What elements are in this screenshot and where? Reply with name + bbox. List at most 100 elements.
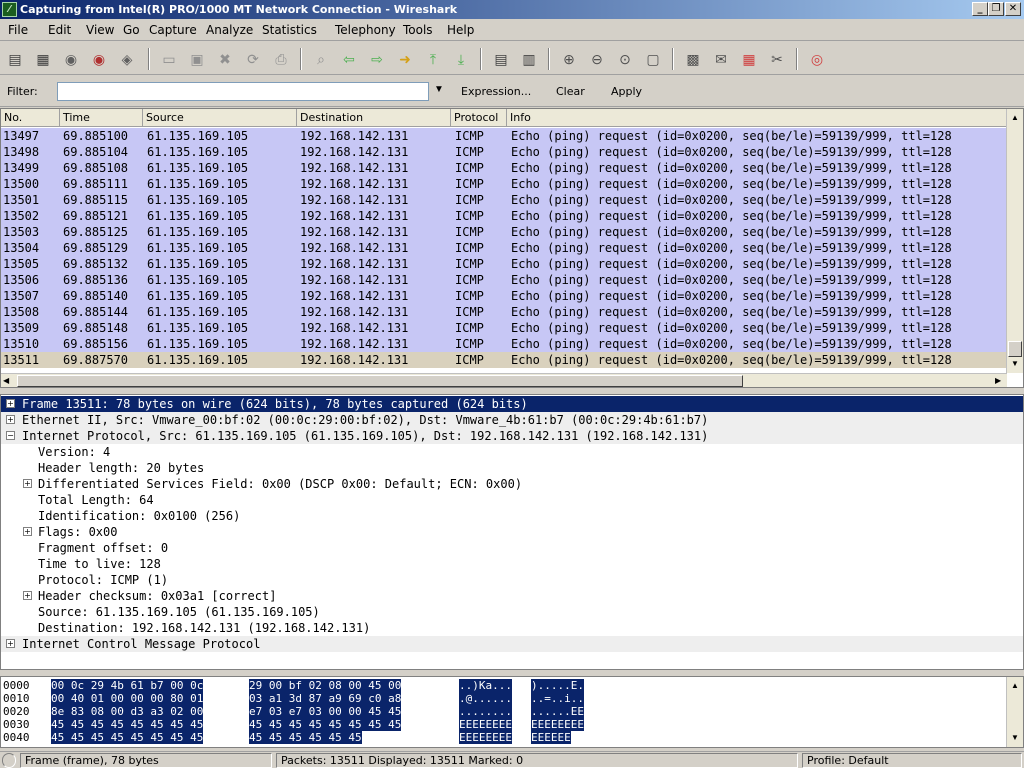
packet-row[interactable]: 13498 69.885104 61.135.169.105 192.168.142.… xyxy=(1,144,1007,160)
ascii-bytes[interactable]: ).....E. xyxy=(531,679,584,692)
packet-row[interactable]: 13500 69.885111 61.135.169.105 192.168.142.… xyxy=(1,176,1007,192)
column-header-source[interactable]: Source xyxy=(143,109,297,127)
hex-bytes[interactable]: 8e 83 08 00 d3 a3 02 00 xyxy=(51,705,204,718)
scroll-left-icon[interactable]: ◀ xyxy=(3,374,9,387)
apply-button[interactable]: Apply xyxy=(611,85,642,98)
packet-row[interactable]: 13499 69.885108 61.135.169.105 192.168.142.… xyxy=(1,160,1007,176)
collapse-icon[interactable]: − xyxy=(6,431,15,440)
close-file-icon[interactable]: ✖ xyxy=(216,50,234,68)
menu-telephony[interactable]: Telephony xyxy=(335,23,396,37)
expand-icon[interactable]: + xyxy=(23,479,32,488)
packet-bytes-pane[interactable]: ▲ ▼ 0000 00 0c 29 4b 61 b7 00 0c 29 00 bf … xyxy=(0,676,1024,748)
menu-tools[interactable]: Tools xyxy=(403,23,433,37)
maximize-button[interactable]: ❐ xyxy=(988,2,1004,16)
bytes-scroll-up-icon[interactable]: ▲ xyxy=(1008,679,1022,693)
hex-bytes[interactable]: 45 45 45 45 45 45 45 45 xyxy=(51,718,204,731)
menu-help[interactable]: Help xyxy=(447,23,474,37)
expand-icon[interactable]: + xyxy=(6,639,15,648)
hex-bytes[interactable]: 00 0c 29 4b 61 b7 00 0c xyxy=(51,679,204,692)
packet-row[interactable]: 13505 69.885132 61.135.169.105 192.168.142.… xyxy=(1,256,1007,272)
detail-field-row[interactable]: Header length: 20 bytes xyxy=(1,460,1023,476)
detail-field-row[interactable]: Protocol: ICMP (1) xyxy=(1,572,1023,588)
column-header-time[interactable]: Time xyxy=(60,109,143,127)
scroll-down-icon[interactable]: ▼ xyxy=(1008,357,1022,371)
packet-row[interactable]: 13507 69.885140 61.135.169.105 192.168.142.… xyxy=(1,288,1007,304)
forward-icon[interactable]: ⇨ xyxy=(368,50,386,68)
menu-capture[interactable]: Capture xyxy=(149,23,197,37)
hex-bytes[interactable]: 45 45 45 45 45 45 45 45 xyxy=(51,731,204,744)
ascii-bytes[interactable]: ......EE xyxy=(531,705,584,718)
menu-file[interactable]: File xyxy=(8,23,28,37)
zoom-normal-icon[interactable]: ⊙ xyxy=(616,50,634,68)
detail-section-row[interactable]: + Ethernet II, Src: Vmware_00:bf:02 (00:0… xyxy=(1,412,1023,428)
stop-capture-icon[interactable]: ◉ xyxy=(90,50,108,68)
packet-row[interactable]: 13497 69.885100 61.135.169.105 192.168.142.… xyxy=(1,128,1007,144)
expand-icon[interactable]: + xyxy=(6,399,15,408)
detail-field-row[interactable]: + Header checksum: 0x03a1 [correct] xyxy=(1,588,1023,604)
coloring-rules-icon[interactable]: ▦ xyxy=(740,50,758,68)
ascii-bytes[interactable]: EEEEEEEE xyxy=(531,718,584,731)
detail-field-row[interactable]: + Differentiated Services Field: 0x00 (DS… xyxy=(1,476,1023,492)
packet-row[interactable]: 13503 69.885125 61.135.169.105 192.168.142.… xyxy=(1,224,1007,240)
packet-row-selected[interactable]: 13511 69.887570 61.135.169.105 192.168.142.… xyxy=(1,352,1007,368)
preferences-icon[interactable]: ✂ xyxy=(768,50,786,68)
column-header-protocol[interactable]: Protocol xyxy=(451,109,507,127)
packet-row[interactable]: 13508 69.885144 61.135.169.105 192.168.142.… xyxy=(1,304,1007,320)
print-icon[interactable]: ⎙ xyxy=(272,50,290,68)
display-filters-icon[interactable]: ✉ xyxy=(712,50,730,68)
menu-analyze[interactable]: Analyze xyxy=(206,23,253,37)
last-packet-icon[interactable]: ⤓ xyxy=(452,50,470,68)
goto-icon[interactable]: ➜ xyxy=(396,50,414,68)
start-capture-icon[interactable]: ◉ xyxy=(62,50,80,68)
expand-icon[interactable]: + xyxy=(23,527,32,536)
hex-bytes[interactable]: 45 45 45 45 45 45 45 45 xyxy=(249,718,402,731)
packet-list-horizontal-scrollbar[interactable]: ◀ ▶ xyxy=(1,373,1007,387)
capture-filters-icon[interactable]: ▩ xyxy=(684,50,702,68)
detail-field-row[interactable]: Destination: 192.168.142.131 (192.168.14… xyxy=(1,620,1023,636)
ascii-bytes[interactable]: ........ xyxy=(459,705,512,718)
expression-button[interactable]: Expression... xyxy=(461,85,531,98)
menu-go[interactable]: Go xyxy=(123,23,140,37)
filter-dropdown-icon[interactable]: ▼ xyxy=(434,84,444,95)
interfaces-icon[interactable]: ▤ xyxy=(6,50,24,68)
packet-row[interactable]: 13509 69.885148 61.135.169.105 192.168.142.… xyxy=(1,320,1007,336)
reload-icon[interactable]: ⟳ xyxy=(244,50,262,68)
zoom-out-icon[interactable]: ⊖ xyxy=(588,50,606,68)
autoscroll-icon[interactable]: ▥ xyxy=(520,50,538,68)
clear-button[interactable]: Clear xyxy=(556,85,585,98)
column-header-no[interactable]: No. xyxy=(1,109,60,127)
detail-field-row[interactable]: Version: 4 xyxy=(1,444,1023,460)
bytes-scrollbar[interactable]: ▲ ▼ xyxy=(1006,677,1023,747)
packet-row[interactable]: 13510 69.885156 61.135.169.105 192.168.142.… xyxy=(1,336,1007,352)
hex-bytes[interactable]: 03 a1 3d 87 a9 69 c0 a8 xyxy=(249,692,402,705)
scrollbar-thumb[interactable] xyxy=(1008,341,1022,357)
hex-bytes[interactable]: 45 45 45 45 45 45 xyxy=(249,731,362,744)
detail-field-row[interactable]: + Flags: 0x00 xyxy=(1,524,1023,540)
minimize-button[interactable]: _ xyxy=(972,2,988,16)
packet-row[interactable]: 13506 69.885136 61.135.169.105 192.168.142.… xyxy=(1,272,1007,288)
zoom-in-icon[interactable]: ⊕ xyxy=(560,50,578,68)
colorize-icon[interactable]: ▤ xyxy=(492,50,510,68)
detail-field-row[interactable]: Total Length: 64 xyxy=(1,492,1023,508)
detail-field-row[interactable]: Time to live: 128 xyxy=(1,556,1023,572)
status-profile[interactable]: Profile: Default xyxy=(802,753,1022,768)
detail-field-row[interactable]: Identification: 0x0100 (256) xyxy=(1,508,1023,524)
save-icon[interactable]: ▣ xyxy=(188,50,206,68)
column-header-info[interactable]: Info xyxy=(507,109,1007,127)
ascii-bytes[interactable]: EEEEEEEE xyxy=(459,731,512,744)
options-icon[interactable]: ▦ xyxy=(34,50,52,68)
menu-view[interactable]: View xyxy=(86,23,114,37)
find-icon[interactable]: ⌕ xyxy=(312,50,330,68)
detail-section-row[interactable]: − Internet Protocol, Src: 61.135.169.105 … xyxy=(1,428,1023,444)
packet-row[interactable]: 13502 69.885121 61.135.169.105 192.168.142.… xyxy=(1,208,1007,224)
detail-section-row[interactable]: + Internet Control Message Protocol xyxy=(1,636,1023,652)
close-button[interactable]: ✕ xyxy=(1005,2,1021,16)
hex-bytes[interactable]: e7 03 e7 03 00 00 45 45 xyxy=(249,705,402,718)
menu-edit[interactable]: Edit xyxy=(48,23,71,37)
packet-list-vertical-scrollbar[interactable]: ▲ ▼ xyxy=(1006,109,1023,373)
detail-section-row[interactable]: + Frame 13511: 78 bytes on wire (624 bits… xyxy=(1,396,1023,412)
packet-row[interactable]: 13501 69.885115 61.135.169.105 192.168.142.… xyxy=(1,192,1007,208)
resize-columns-icon[interactable]: ▢ xyxy=(644,50,662,68)
first-packet-icon[interactable]: ⤒ xyxy=(424,50,442,68)
detail-field-row[interactable]: Fragment offset: 0 xyxy=(1,540,1023,556)
